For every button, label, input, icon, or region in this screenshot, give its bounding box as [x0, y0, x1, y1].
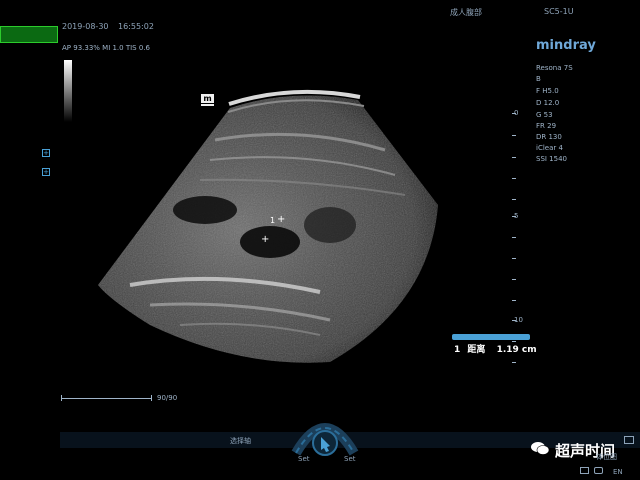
frame-slider-value: 90/90 [157, 394, 178, 402]
frame-slider-start [61, 395, 62, 401]
depth-label-5: 5 [514, 212, 519, 220]
caliper-cross-icon[interactable]: + [277, 214, 285, 225]
folder-icon[interactable] [580, 467, 589, 474]
frame-slider-track[interactable] [61, 398, 151, 399]
screen-icon[interactable] [624, 436, 634, 444]
depth-label-0: 0 [514, 109, 519, 117]
body-mark-label[interactable]: 体位图 [596, 452, 617, 462]
caliper-label: 1 [270, 216, 276, 225]
caliper-cross-icon[interactable]: + [261, 234, 269, 245]
depth-scale: 0 5 10 [508, 107, 528, 367]
measurement-index: 1 [454, 345, 461, 355]
hypoechoic-region [240, 226, 300, 258]
set-left-label[interactable]: Set [298, 455, 310, 463]
measurement-result: 1 距离 1.19 cm [454, 342, 537, 355]
ultrasound-image[interactable] [0, 0, 640, 480]
hypoechoic-region [304, 207, 356, 243]
measurement-bar [452, 334, 530, 340]
measurement-value: 1.19 cm [496, 345, 537, 355]
depth-label-10: 10 [514, 316, 523, 324]
wechat-icon [531, 442, 550, 455]
measurement-label: 距离 [467, 345, 486, 355]
wechat-watermark [530, 441, 550, 460]
select-axis-label[interactable]: 选择轴 [230, 436, 251, 446]
frame-slider-end[interactable] [151, 395, 152, 401]
hypoechoic-region [173, 196, 237, 224]
language-indicator[interactable]: EN [613, 468, 623, 476]
set-right-label[interactable]: Set [344, 455, 356, 463]
print-icon[interactable] [594, 467, 603, 474]
